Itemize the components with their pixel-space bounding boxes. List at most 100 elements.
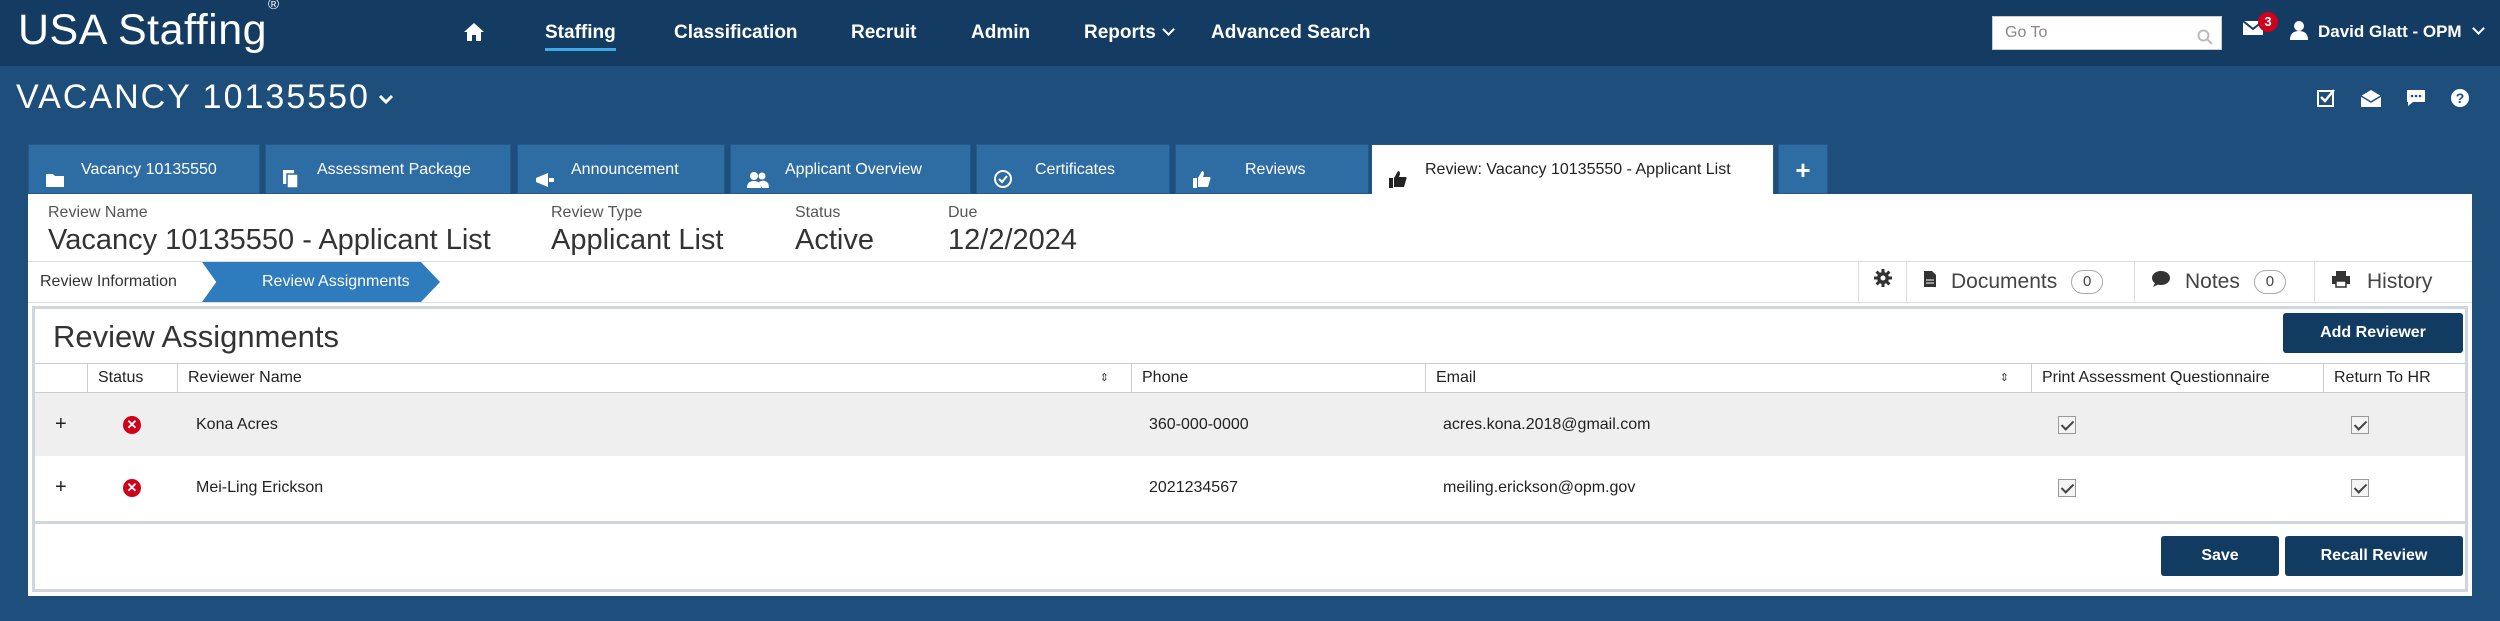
step-review-information[interactable]: Review Information — [28, 262, 177, 302]
nav-admin[interactable]: Admin — [971, 0, 1030, 66]
printer-icon — [2331, 262, 2351, 302]
documents-count: 0 — [2071, 270, 2104, 295]
documents-label: Documents — [1951, 270, 2058, 293]
goto-placeholder: Go To — [2005, 24, 2048, 41]
vacancy-title[interactable]: VACANCY 10135550 — [16, 78, 394, 117]
open-mail-icon[interactable] — [2360, 88, 2382, 113]
review-due-field: Due 12/2/2024 — [948, 204, 1077, 257]
user-icon — [2290, 20, 2308, 45]
return-to-hr-checkbox[interactable] — [2351, 393, 2369, 456]
review-due-value: 12/2/2024 — [948, 224, 1078, 256]
tab-review-applicant-list[interactable]: Review: Vacancy 10135550 - Applicant Lis… — [1371, 144, 1774, 196]
brand-mark: ® — [268, 0, 280, 13]
review-panel: Review Name Vacancy 10135550 - Applicant… — [28, 194, 2472, 596]
sort-icon[interactable]: ⇕ — [2000, 364, 2009, 392]
tab-label: Announcement — [571, 161, 679, 178]
save-button[interactable]: Save — [2161, 536, 2279, 576]
svg-text:?: ? — [2456, 90, 2465, 106]
tab-reviews[interactable]: Reviews — [1175, 144, 1369, 194]
nav-reports[interactable]: Reports — [1084, 0, 1175, 66]
tab-label: Review: Vacancy 10135550 - Applicant Lis… — [1425, 161, 1731, 178]
review-name-field: Review Name Vacancy 10135550 - Applicant… — [48, 204, 491, 257]
footer-divider — [35, 521, 2465, 524]
settings-button[interactable] — [1858, 262, 1906, 302]
return-to-hr-checkbox[interactable] — [2351, 456, 2369, 519]
nav-reports-label: Reports — [1084, 22, 1156, 43]
add-reviewer-button[interactable]: Add Reviewer — [2283, 313, 2463, 353]
chevron-down-icon — [1161, 23, 1175, 36]
expand-row-button[interactable]: + — [55, 393, 67, 456]
col-email[interactable]: Email ⇕ — [1425, 364, 2031, 392]
status-error-icon: ✕ — [123, 393, 141, 456]
col-print-questionnaire[interactable]: Print Assessment Questionnaire — [2031, 364, 2323, 392]
tab-vacancy[interactable]: Vacancy 10135550 — [28, 144, 260, 194]
chat-icon[interactable] — [2405, 88, 2427, 113]
notes-label: Notes — [2185, 270, 2240, 293]
notes-button[interactable]: Notes 0 — [2134, 262, 2314, 302]
add-tab-button[interactable]: + — [1778, 144, 1828, 194]
brand-name: USA Staffing — [18, 6, 268, 54]
gear-icon — [1873, 262, 1893, 302]
table-header: Status Reviewer Name ⇕ Phone Email ⇕ Print… — [35, 363, 2465, 393]
comment-icon — [2151, 262, 2171, 302]
tab-assessment-package[interactable]: Assessment Package — [265, 144, 511, 194]
recall-review-button[interactable]: Recall Review — [2285, 536, 2463, 576]
search-icon[interactable] — [2197, 25, 2213, 57]
review-type-value: Applicant List — [551, 224, 724, 256]
app-logo[interactable]: USA Staffing® — [18, 0, 280, 55]
col-expand — [35, 364, 87, 392]
user-name: David Glatt - OPM — [2318, 21, 2462, 41]
col-reviewer-name-label: Reviewer Name — [188, 369, 302, 386]
review-type-label: Review Type — [551, 204, 643, 221]
documents-button[interactable]: Documents 0 — [1906, 262, 2134, 302]
table-row: + ✕ Mei-Ling Erickson 2021234567 meiling… — [35, 456, 2465, 519]
tab-applicant-overview[interactable]: Applicant Overview — [730, 144, 971, 194]
reviewer-email: meiling.erickson@opm.gov — [1443, 479, 1636, 496]
print-questionnaire-checkbox[interactable] — [2058, 393, 2076, 456]
review-assignments-section: Review Assignments Add Reviewer Status R… — [32, 306, 2468, 592]
col-return-to-hr[interactable]: Return To HR — [2323, 364, 2465, 392]
table-row: + ✕ Kona Acres 360-000-0000 acres.kona.2… — [35, 393, 2465, 456]
tab-label: Assessment Package — [317, 161, 471, 178]
tab-label: Applicant Overview — [785, 161, 922, 178]
tab-label: Certificates — [1035, 161, 1116, 178]
col-phone[interactable]: Phone — [1131, 364, 1425, 392]
nav-advanced-search[interactable]: Advanced Search — [1211, 0, 1370, 66]
print-questionnaire-checkbox[interactable] — [2058, 456, 2076, 519]
status-error-icon: ✕ — [123, 456, 141, 519]
review-due-label: Due — [948, 204, 978, 221]
document-icon — [1923, 262, 1937, 302]
notes-count: 0 — [2253, 270, 2286, 295]
step-tabs: Review Information Review Assignments Do… — [28, 261, 2472, 303]
help-icon[interactable]: ? — [2450, 88, 2470, 113]
review-name-label: Review Name — [48, 204, 148, 221]
history-button[interactable]: History — [2314, 262, 2472, 302]
expand-row-button[interactable]: + — [55, 456, 67, 519]
review-status-field: Status Active — [795, 204, 874, 257]
nav-staffing[interactable]: Staffing — [545, 0, 616, 66]
reviewer-name: Kona Acres — [196, 416, 278, 433]
home-icon[interactable] — [463, 22, 485, 47]
step-review-assignments[interactable]: Review Assignments — [202, 262, 440, 302]
tab-certificates[interactable]: Certificates — [976, 144, 1170, 194]
chevron-down-icon[interactable] — [378, 88, 394, 110]
reviewer-phone: 360-000-0000 — [1149, 416, 1249, 433]
nav-classification[interactable]: Classification — [674, 0, 798, 66]
tab-label: Vacancy 10135550 — [81, 161, 217, 178]
tab-announcement[interactable]: Announcement — [517, 144, 725, 194]
goto-search-input[interactable]: Go To — [1992, 16, 2222, 50]
col-status[interactable]: Status — [87, 364, 177, 392]
reviewer-email: acres.kona.2018@gmail.com — [1443, 416, 1651, 433]
vacancy-title-text: VACANCY 10135550 — [16, 78, 370, 116]
top-navbar: USA Staffing® Staffing Classification Re… — [0, 0, 2500, 66]
review-status-value: Active — [795, 224, 874, 256]
review-name-value: Vacancy 10135550 - Applicant List — [48, 224, 491, 256]
reviewer-name: Mei-Ling Erickson — [196, 479, 324, 496]
checklist-icon[interactable] — [2316, 88, 2336, 113]
nav-recruit[interactable]: Recruit — [851, 0, 916, 66]
col-reviewer-name[interactable]: Reviewer Name ⇕ — [177, 364, 1131, 392]
mail-count-badge: 3 — [2258, 12, 2278, 32]
user-menu[interactable]: David Glatt - OPM — [2290, 20, 2485, 45]
sort-icon[interactable]: ⇕ — [1100, 364, 1109, 392]
tab-label: Reviews — [1245, 161, 1306, 178]
